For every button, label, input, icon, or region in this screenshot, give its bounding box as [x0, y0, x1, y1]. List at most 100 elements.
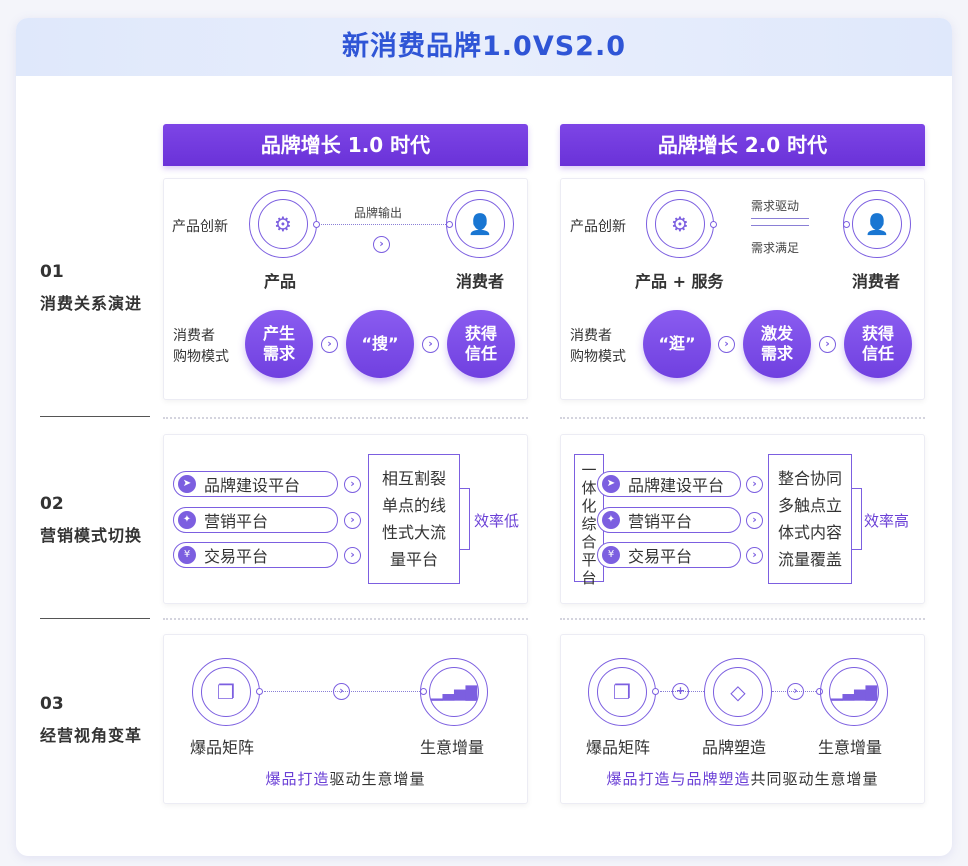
era2-caption: 爆品打造与品牌塑造共同驱动生意增量: [606, 770, 879, 788]
step-circle: 获得 信任: [447, 310, 515, 378]
chevron-right-icon: ›: [321, 336, 338, 353]
bulb-icon: ✦: [602, 511, 620, 529]
product-service-label: 产品 + 服务: [635, 272, 724, 291]
chevron-right-icon: ›: [373, 236, 390, 253]
row3-number: 03: [40, 694, 64, 714]
rocket-icon: ➤: [602, 475, 620, 493]
row3-label: 经营视角变革: [40, 726, 143, 745]
gear-icon: ⚙: [274, 212, 292, 236]
consumer-node: 👤: [446, 190, 514, 258]
demand-satisfy-label: 需求满足: [751, 241, 800, 255]
platform-pill: ¥ 交易平台: [597, 542, 741, 568]
arrow-left-icon: [751, 225, 809, 226]
row-divider: [40, 416, 150, 417]
chevron-right-icon: ›: [819, 336, 836, 353]
product-innovation-label: 产品创新: [172, 219, 228, 235]
brace: [852, 488, 862, 550]
step-circle: 产生 需求: [245, 310, 313, 378]
row2-number: 02: [40, 494, 64, 514]
era2-header: 品牌增长 2.0 时代: [560, 124, 925, 166]
step-circle: “逛”: [643, 310, 711, 378]
consumer-label: 消费者: [456, 272, 505, 291]
arrow-right-icon: [751, 218, 809, 219]
step-circle: “搜”: [346, 310, 414, 378]
diamond-icon: ◇: [730, 680, 746, 704]
shop-label-2: 购物模式: [570, 349, 626, 365]
row1-label: 消费关系演进: [40, 294, 143, 313]
efficiency-high-label: 效率高: [864, 512, 910, 530]
link-line: [321, 224, 448, 225]
link-endpoint: [256, 688, 263, 695]
platform-pill: ¥ 交易平台: [173, 542, 338, 568]
platform-pill: ✦ 营销平台: [597, 507, 741, 533]
row2-label: 营销模式切换: [40, 526, 143, 545]
bar-chart-icon: ▁▃▅▇: [830, 683, 878, 701]
brand-building-label: 品牌塑造: [702, 738, 767, 757]
chevron-right-icon: ›: [422, 336, 439, 353]
separator: [163, 618, 528, 620]
platform-pill: ➤ 品牌建设平台: [173, 471, 338, 497]
platform-pill: ✦ 营销平台: [173, 507, 338, 533]
link-endpoint: [710, 221, 717, 228]
page-title: 新消费品牌1.0VS2.0: [341, 31, 626, 62]
separator: [560, 618, 925, 620]
brand-building-node: ◇: [704, 658, 772, 726]
copy-icon: ❐: [613, 680, 631, 704]
chevron-right-icon: ›: [787, 683, 804, 700]
product-node: ⚙: [249, 190, 317, 258]
chevron-right-icon: ›: [746, 512, 763, 529]
row-divider: [40, 618, 150, 619]
copy-icon: ❐: [217, 680, 235, 704]
business-growth-node: ▁▃▅▇: [820, 658, 888, 726]
brace: [460, 488, 470, 550]
platform-pill: ➤ 品牌建设平台: [597, 471, 741, 497]
bar-chart-icon: ▁▃▅▇: [430, 683, 478, 701]
chevron-right-icon: ›: [344, 512, 361, 529]
efficiency-low-label: 效率低: [474, 512, 520, 530]
shop-label-1: 消费者: [173, 328, 215, 344]
era1-caption: 爆品打造驱动生意增量: [265, 770, 426, 788]
link-endpoint: [652, 688, 659, 695]
era1-header: 品牌增长 1.0 时代: [163, 124, 528, 166]
link-endpoint: [313, 221, 320, 228]
product-service-node: ⚙: [646, 190, 714, 258]
rocket-icon: ➤: [178, 475, 196, 493]
money-bag-icon: ¥: [178, 546, 196, 564]
consumer-label: 消费者: [852, 272, 901, 291]
hit-products-label: 爆品矩阵: [586, 738, 651, 757]
business-growth-label: 生意增量: [420, 738, 485, 757]
money-bag-icon: ¥: [602, 546, 620, 564]
user-icon: 👤: [467, 212, 493, 236]
hit-products-node: ❐: [192, 658, 260, 726]
chevron-right-icon: ›: [746, 476, 763, 493]
fragmented-box: 相互割裂 单点的线 性式大流 量平台: [368, 454, 460, 584]
business-growth-node: ▁▃▅▇: [420, 658, 488, 726]
integrated-box: 整合协同 多触点立 体式内容 流量覆盖: [768, 454, 852, 584]
step-circle: 获得 信任: [844, 310, 912, 378]
demand-drive-label: 需求驱动: [751, 199, 800, 213]
separator: [163, 417, 528, 419]
plus-icon: +: [672, 683, 689, 700]
shop-label-1: 消费者: [570, 328, 612, 344]
chevron-right-icon: ›: [333, 683, 350, 700]
bulb-icon: ✦: [178, 511, 196, 529]
chevron-right-icon: ›: [718, 336, 735, 353]
product-label: 产品: [264, 272, 297, 291]
title-bar: 新消费品牌1.0VS2.0: [16, 18, 952, 76]
step-circle: 激发 需求: [743, 310, 811, 378]
chevron-right-icon: ›: [746, 547, 763, 564]
row1-number: 01: [40, 262, 64, 282]
brand-output-label: 品牌输出: [354, 206, 403, 220]
chevron-right-icon: ›: [344, 547, 361, 564]
shop-label-2: 购物模式: [173, 349, 229, 365]
hit-products-node: ❐: [588, 658, 656, 726]
chevron-right-icon: ›: [344, 476, 361, 493]
separator: [560, 417, 925, 419]
gear-icon: ⚙: [671, 212, 689, 236]
product-innovation-label: 产品创新: [570, 219, 626, 235]
consumer-node: 👤: [843, 190, 911, 258]
hit-products-label: 爆品矩阵: [190, 738, 255, 757]
business-growth-label: 生意增量: [818, 738, 883, 757]
main-card: 新消费品牌1.0VS2.0 品牌增长 1.0 时代 品牌增长 2.0 时代 01…: [16, 18, 952, 856]
user-icon: 👤: [864, 212, 890, 236]
